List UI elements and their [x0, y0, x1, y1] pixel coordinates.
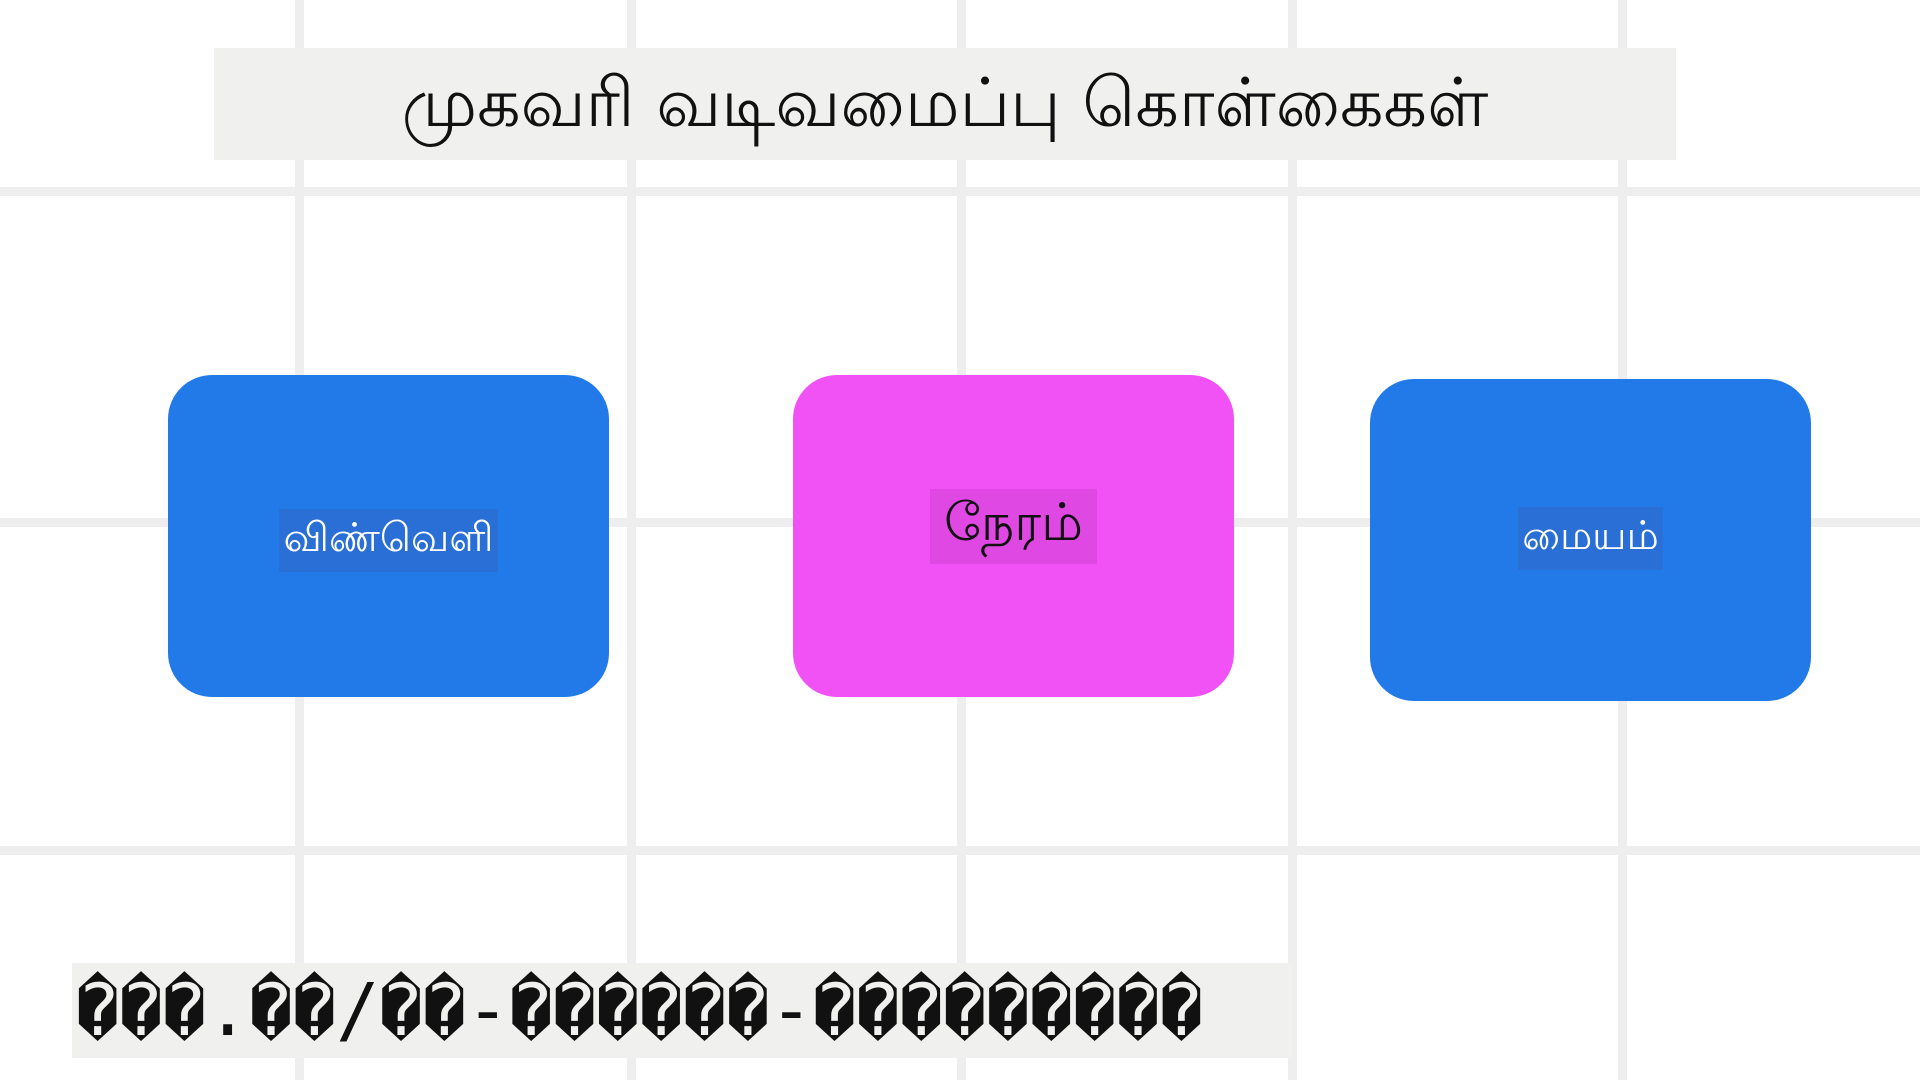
- node-space: விண்வெளி: [168, 375, 609, 697]
- grid-line: [1288, 0, 1297, 1080]
- url-text: ���.��/��-������-���������: [72, 963, 1292, 1058]
- node-center: மையம்: [1370, 379, 1811, 701]
- node-time-label: நேரம்: [930, 488, 1097, 564]
- grid-line: [627, 0, 636, 1080]
- grid-line: [0, 846, 1920, 855]
- diagram-title: முகவரி வடிவமைப்பு கொள்கைகள்: [214, 48, 1676, 160]
- node-time: நேரம்: [793, 375, 1234, 697]
- node-center-label: மையம்: [1518, 506, 1663, 570]
- node-space-label: விண்வெளி: [279, 508, 498, 572]
- grid-line: [0, 187, 1920, 196]
